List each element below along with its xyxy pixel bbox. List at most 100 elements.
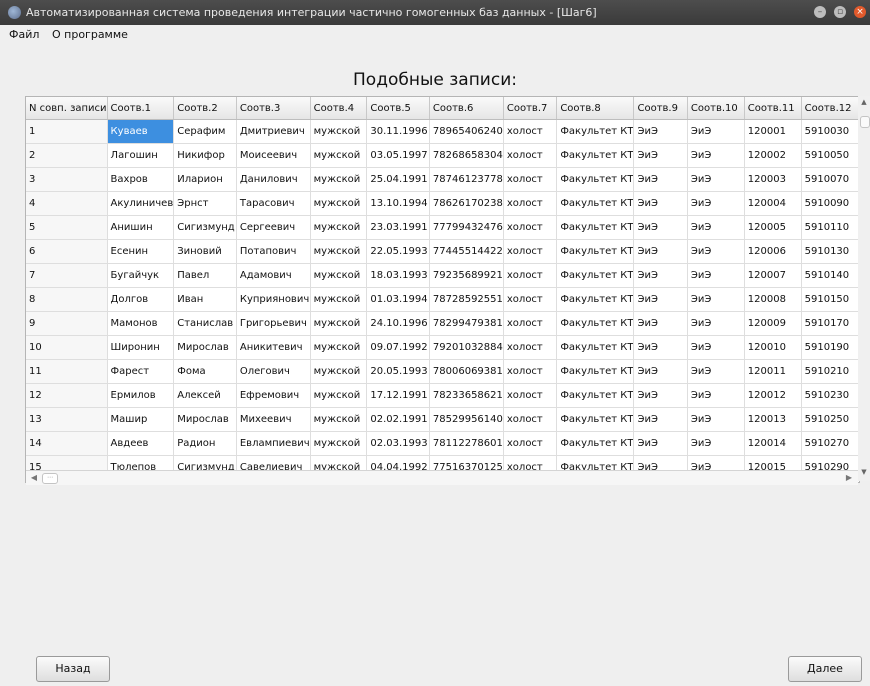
row-number-cell[interactable]: 9 [26, 311, 108, 336]
row-number-cell[interactable]: 7 [26, 263, 108, 288]
row-number-cell[interactable]: 3 [26, 167, 108, 192]
table-cell[interactable]: 5910250 [801, 407, 859, 432]
table-cell[interactable]: ЭиЭ [687, 335, 745, 360]
table-cell[interactable]: Мирослав [173, 407, 237, 432]
table-cell[interactable]: Бугайчук [107, 263, 175, 288]
table-cell[interactable]: 120014 [744, 431, 802, 456]
table-cell[interactable]: ЭиЭ [633, 311, 688, 336]
row-number-cell[interactable]: 4 [26, 191, 108, 216]
table-cell[interactable]: мужской [310, 215, 368, 240]
table-cell[interactable]: ЭиЭ [687, 263, 745, 288]
table-cell[interactable]: Есенин [107, 239, 175, 264]
table-cell[interactable]: Михеевич [236, 407, 311, 432]
table-cell[interactable]: 5910170 [801, 311, 859, 336]
table-cell[interactable]: ЭиЭ [687, 191, 745, 216]
table-cell[interactable]: холост [503, 431, 558, 456]
table-cell[interactable]: ЭиЭ [687, 383, 745, 408]
table-cell[interactable]: Факультет КТ [556, 191, 635, 216]
table-cell[interactable]: Данилович [236, 167, 311, 192]
table-cell[interactable]: холост [503, 407, 558, 432]
table-cell[interactable]: Евлампиевич [236, 431, 311, 456]
table-cell[interactable]: Никифор [173, 143, 237, 168]
table-cell[interactable]: мужской [310, 431, 368, 456]
table-cell[interactable]: Факультет КТ [556, 215, 635, 240]
table-row[interactable]: 2 Лагошин Никифор Моисеевич мужской 03.05.199… [26, 143, 859, 168]
column-header[interactable]: Соотв.11 [744, 97, 802, 120]
table-row[interactable]: 10 Широнин Мирослав Аникитевич мужской 09.07.… [26, 335, 859, 360]
table-cell[interactable]: 5910150 [801, 287, 859, 312]
table-cell[interactable]: ЭиЭ [633, 407, 688, 432]
table-row[interactable]: 9 Мамонов Станислав Григорьевич мужской 24.10… [26, 311, 859, 336]
horizontal-scrollbar[interactable]: ◀ ⋯ ▶ [26, 470, 858, 485]
table-row[interactable]: 8 Долгов Иван Куприянович мужской 01.03.1994 7… [26, 287, 859, 312]
maximize-button[interactable]: ▫ [834, 6, 846, 18]
table-cell[interactable]: 5910030 [801, 119, 859, 144]
column-header[interactable]: Соотв.5 [366, 97, 430, 120]
table-cell[interactable]: 120001 [744, 119, 802, 144]
table-cell[interactable]: 5910070 [801, 167, 859, 192]
column-header[interactable]: Соотв.6 [429, 97, 504, 120]
table-cell[interactable]: 120006 [744, 239, 802, 264]
table-cell[interactable]: Адамович [236, 263, 311, 288]
table-row[interactable]: 4 Акулиничев Эрнст Тарасович мужской 13.10.19… [26, 191, 859, 216]
table-cell[interactable]: холост [503, 335, 558, 360]
table-cell[interactable]: Ермилов [107, 383, 175, 408]
table-cell[interactable]: ЭиЭ [633, 335, 688, 360]
table-cell[interactable]: мужской [310, 311, 368, 336]
table-cell[interactable]: Сергеевич [236, 215, 311, 240]
table-cell[interactable]: ЭиЭ [633, 383, 688, 408]
table-cell[interactable]: Фарест [107, 359, 175, 384]
table-cell[interactable]: 23.03.1991 [366, 215, 430, 240]
table-cell[interactable]: Сигизмунд [173, 215, 237, 240]
table-cell[interactable]: 79201032884 [429, 335, 504, 360]
table-cell[interactable]: Фома [173, 359, 237, 384]
horizontal-scroll-thumb[interactable]: ⋯ [42, 473, 58, 484]
table-cell[interactable]: Дмитриевич [236, 119, 311, 144]
table-cell[interactable]: ЭиЭ [633, 359, 688, 384]
table-cell[interactable]: 78233658621 [429, 383, 504, 408]
table-cell[interactable]: Станислав [173, 311, 237, 336]
table-row[interactable]: 5 Анишин Сигизмунд Сергеевич мужской 23.03.19… [26, 215, 859, 240]
table-cell[interactable]: 09.07.1992 [366, 335, 430, 360]
table-cell[interactable]: мужской [310, 335, 368, 360]
table-cell[interactable]: мужской [310, 383, 368, 408]
table-cell[interactable]: 77799432476 [429, 215, 504, 240]
table-row[interactable]: 6 Есенин Зиновий Потапович мужской 22.05.1993… [26, 239, 859, 264]
table-cell[interactable]: 25.04.1991 [366, 167, 430, 192]
table-cell[interactable]: мужской [310, 263, 368, 288]
table-cell[interactable]: 120010 [744, 335, 802, 360]
table-cell[interactable]: Долгов [107, 287, 175, 312]
table-cell[interactable]: холост [503, 287, 558, 312]
next-button[interactable]: Далее [788, 656, 862, 682]
table-cell[interactable]: Алексей [173, 383, 237, 408]
column-header[interactable]: N совп. записи [26, 97, 108, 120]
table-cell[interactable]: 13.10.1994 [366, 191, 430, 216]
table-cell[interactable]: Факультет КТ [556, 311, 635, 336]
table-cell[interactable]: Факультет КТ [556, 383, 635, 408]
table-cell[interactable]: 78965406240 [429, 119, 504, 144]
table-cell[interactable]: 79235689921 [429, 263, 504, 288]
row-number-cell[interactable]: 5 [26, 215, 108, 240]
table-cell[interactable]: ЭиЭ [633, 143, 688, 168]
table-cell[interactable]: холост [503, 383, 558, 408]
table-cell[interactable]: мужской [310, 167, 368, 192]
table-cell[interactable]: Моисеевич [236, 143, 311, 168]
vertical-scrollbar[interactable]: ▲ ▼ [858, 96, 870, 481]
column-header[interactable]: Соотв.1 [107, 97, 175, 120]
table-cell[interactable]: мужской [310, 407, 368, 432]
row-number-cell[interactable]: 12 [26, 383, 108, 408]
table-cell[interactable]: холост [503, 191, 558, 216]
table-cell[interactable]: Потапович [236, 239, 311, 264]
table-cell[interactable]: Иван [173, 287, 237, 312]
table-cell[interactable]: 5910130 [801, 239, 859, 264]
table-cell[interactable]: Факультет КТ [556, 167, 635, 192]
table-cell[interactable]: Серафим [173, 119, 237, 144]
table-cell[interactable]: ЭиЭ [687, 239, 745, 264]
table-cell[interactable]: 78529956140 [429, 407, 504, 432]
table-cell[interactable]: 5910110 [801, 215, 859, 240]
table-cell[interactable]: Ефремович [236, 383, 311, 408]
table-cell[interactable]: Широнин [107, 335, 175, 360]
table-row[interactable]: 12 Ермилов Алексей Ефремович мужской 17.12.19… [26, 383, 859, 408]
table-cell[interactable]: 78006069381 [429, 359, 504, 384]
table-cell[interactable]: 02.03.1993 [366, 431, 430, 456]
